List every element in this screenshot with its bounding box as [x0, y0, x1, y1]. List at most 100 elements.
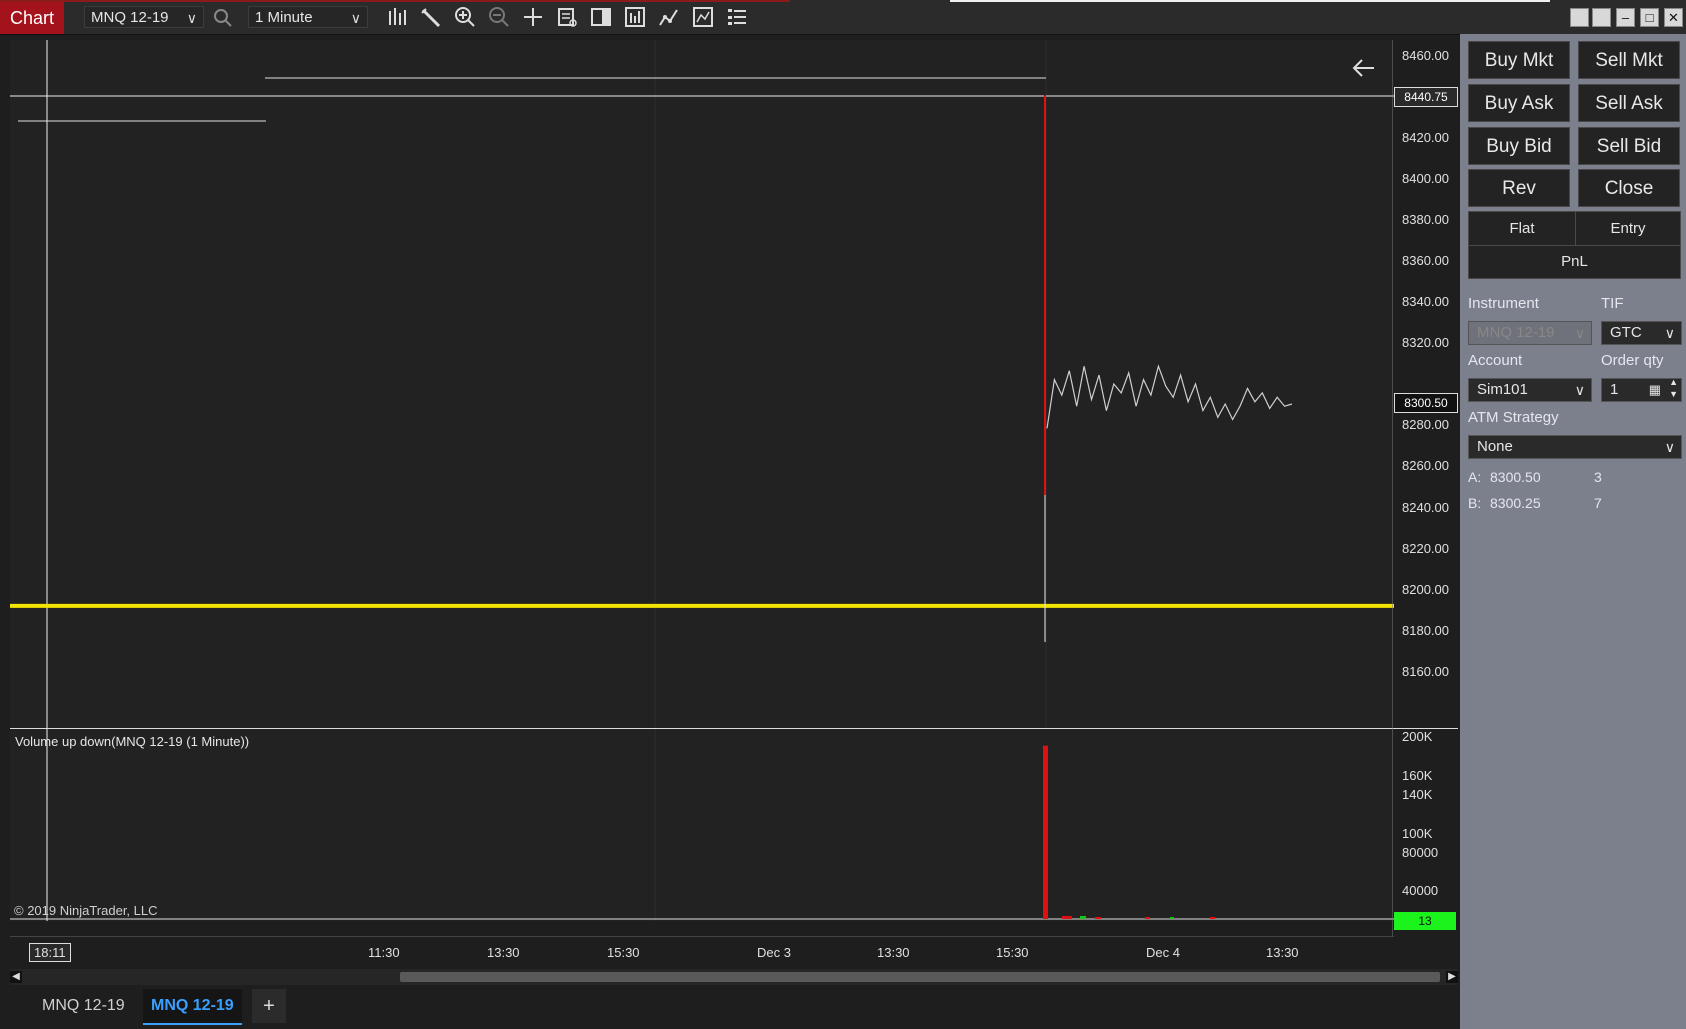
- volume-bar: [1062, 916, 1072, 919]
- pnl-label[interactable]: PnL: [1469, 246, 1680, 278]
- buy-bid-button[interactable]: Buy Bid: [1468, 127, 1570, 165]
- calculator-icon[interactable]: ▦: [1649, 379, 1661, 401]
- account-select[interactable]: Sim101 ∨: [1468, 378, 1592, 402]
- bar-type-icon[interactable]: [384, 5, 410, 29]
- bid-label: B:: [1468, 495, 1482, 511]
- price-axis-label: 8220.00: [1402, 541, 1449, 556]
- tif-select[interactable]: GTC ∨: [1601, 321, 1682, 345]
- stepper-arrows-icon[interactable]: ▲ ▼: [1669, 376, 1678, 400]
- entry-label: Entry: [1576, 212, 1680, 246]
- position-status: Flat: [1469, 212, 1576, 246]
- tile-icon[interactable]: [1592, 8, 1611, 27]
- price-axis-label: 8200.00: [1402, 582, 1449, 597]
- ask-size: 3: [1594, 469, 1602, 485]
- crosshair-price-tag: 8440.75: [1394, 87, 1458, 107]
- copyright-text: © 2019 NinjaTrader, LLC: [14, 903, 158, 918]
- atm-strategy-select[interactable]: None ∨: [1468, 435, 1682, 459]
- minimize-icon[interactable]: –: [1616, 8, 1635, 27]
- last-price-tag: 8300.50: [1394, 393, 1458, 413]
- horizontal-scrollbar[interactable]: ◀ ▶: [10, 969, 1458, 985]
- price-axis-label: 8280.00: [1402, 417, 1449, 432]
- account-select-value: Sim101: [1477, 381, 1528, 398]
- chart-title[interactable]: Chart: [0, 2, 64, 34]
- buy-ask-button[interactable]: Buy Ask: [1468, 84, 1570, 122]
- templates-icon[interactable]: [724, 5, 750, 29]
- chevron-down-icon: ∨: [186, 10, 197, 26]
- atm-strategy-label: ATM Strategy: [1468, 409, 1559, 426]
- buy-mkt-button[interactable]: Buy Mkt: [1468, 41, 1570, 79]
- add-tab-button[interactable]: +: [252, 989, 286, 1023]
- volume-bar: [1210, 917, 1215, 919]
- back-arrow-icon[interactable]: [1352, 59, 1374, 77]
- chevron-down-icon: ∨: [1574, 325, 1585, 341]
- volume-bar: [1043, 745, 1048, 919]
- sell-mkt-button[interactable]: Sell Mkt: [1578, 41, 1680, 79]
- volume-tag: 13: [1394, 912, 1456, 930]
- draw-tool-icon[interactable]: [418, 5, 444, 29]
- time-axis-label: 13:30: [877, 945, 910, 960]
- instrument-field: MNQ 12-19 ∨: [1468, 321, 1592, 345]
- price-chart-pane[interactable]: [10, 40, 1394, 728]
- chevron-down-icon: ∨: [1574, 382, 1585, 398]
- tif-select-value: GTC: [1610, 324, 1642, 341]
- price-axis-label: 8360.00: [1402, 253, 1449, 268]
- chart-tabs: MNQ 12-19 MNQ 12-19 +: [0, 985, 1458, 1029]
- instrument-selector[interactable]: MNQ 12-19 ∨: [84, 6, 204, 28]
- interval-selector[interactable]: 1 Minute ∨: [248, 6, 368, 28]
- price-chart: [10, 40, 1394, 728]
- time-axis-label: 15:30: [996, 945, 1029, 960]
- search-icon[interactable]: [210, 5, 236, 29]
- time-axis-label: Dec 4: [1146, 945, 1180, 960]
- properties-icon[interactable]: [554, 5, 580, 29]
- atm-strategy-value: None: [1477, 438, 1513, 455]
- close-icon[interactable]: ✕: [1664, 8, 1683, 27]
- chevron-down-icon: ∨: [1664, 325, 1675, 341]
- order-qty-value: 1: [1610, 381, 1619, 398]
- bid-size: 7: [1594, 495, 1602, 511]
- tile-icon[interactable]: [1570, 8, 1589, 27]
- scroll-left-icon[interactable]: ◀: [10, 971, 22, 983]
- volume-axis-label: 200K: [1402, 729, 1433, 744]
- zoom-out-icon[interactable]: [486, 5, 512, 29]
- order-qty-stepper[interactable]: 1 ▦ ▲ ▼: [1601, 376, 1682, 402]
- zoom-in-icon[interactable]: [452, 5, 478, 29]
- time-axis[interactable]: 18:11 11:30 13:30 15:30 Dec 3 13:30 15:3…: [10, 936, 1394, 969]
- time-axis-label: 11:30: [368, 945, 400, 960]
- price-axis-label: 8240.00: [1402, 500, 1449, 515]
- volume-axis-label: 80000: [1402, 845, 1439, 860]
- chevron-down-icon: ∨: [350, 10, 361, 26]
- time-axis-label: 13:30: [1266, 945, 1299, 960]
- volume-axis-label: 100K: [1402, 826, 1433, 841]
- price-axis-label: 8380.00: [1402, 212, 1449, 227]
- maximize-icon[interactable]: □: [1640, 8, 1659, 27]
- crosshair-time-tag: 18:11: [29, 943, 71, 962]
- tab-mnq-1[interactable]: MNQ 12-19: [34, 989, 133, 1023]
- volume-indicator-title: Volume up down(MNQ 12-19 (1 Minute)): [15, 734, 250, 749]
- price-axis-label: 8260.00: [1402, 458, 1449, 473]
- crosshair-icon[interactable]: [520, 5, 546, 29]
- chart-trader-icon[interactable]: [588, 5, 614, 29]
- sell-bid-button[interactable]: Sell Bid: [1578, 127, 1680, 165]
- volume-pane[interactable]: Volume up down(MNQ 12-19 (1 Minute)) © 2…: [10, 729, 1394, 921]
- toolbar-highlight: [0, 0, 790, 2]
- tif-label: TIF: [1601, 295, 1624, 312]
- instrument-selector-value: MNQ 12-19: [91, 9, 169, 26]
- volume-bar: [1080, 916, 1086, 919]
- price-axis-ticks: [1392, 40, 1393, 936]
- tab-mnq-2[interactable]: MNQ 12-19: [143, 989, 242, 1025]
- scrollbar-thumb[interactable]: [400, 972, 1440, 982]
- sell-ask-button[interactable]: Sell Ask: [1578, 84, 1680, 122]
- instrument-field-value: MNQ 12-19: [1477, 324, 1555, 341]
- volume-axis-label: 40000: [1402, 883, 1439, 898]
- strategies-icon[interactable]: [656, 5, 682, 29]
- price-series: [1046, 364, 1293, 429]
- close-position-button[interactable]: Close: [1578, 169, 1680, 207]
- interval-selector-value: 1 Minute: [255, 9, 313, 26]
- price-axis-label: 8420.00: [1402, 130, 1449, 145]
- price-axis-label: 8180.00: [1402, 623, 1449, 638]
- reverse-button[interactable]: Rev: [1468, 169, 1570, 207]
- data-box-icon[interactable]: [622, 5, 648, 29]
- scroll-right-icon[interactable]: ▶: [1446, 971, 1458, 983]
- volume-bar: [1145, 917, 1150, 919]
- indicators-icon[interactable]: [690, 5, 716, 29]
